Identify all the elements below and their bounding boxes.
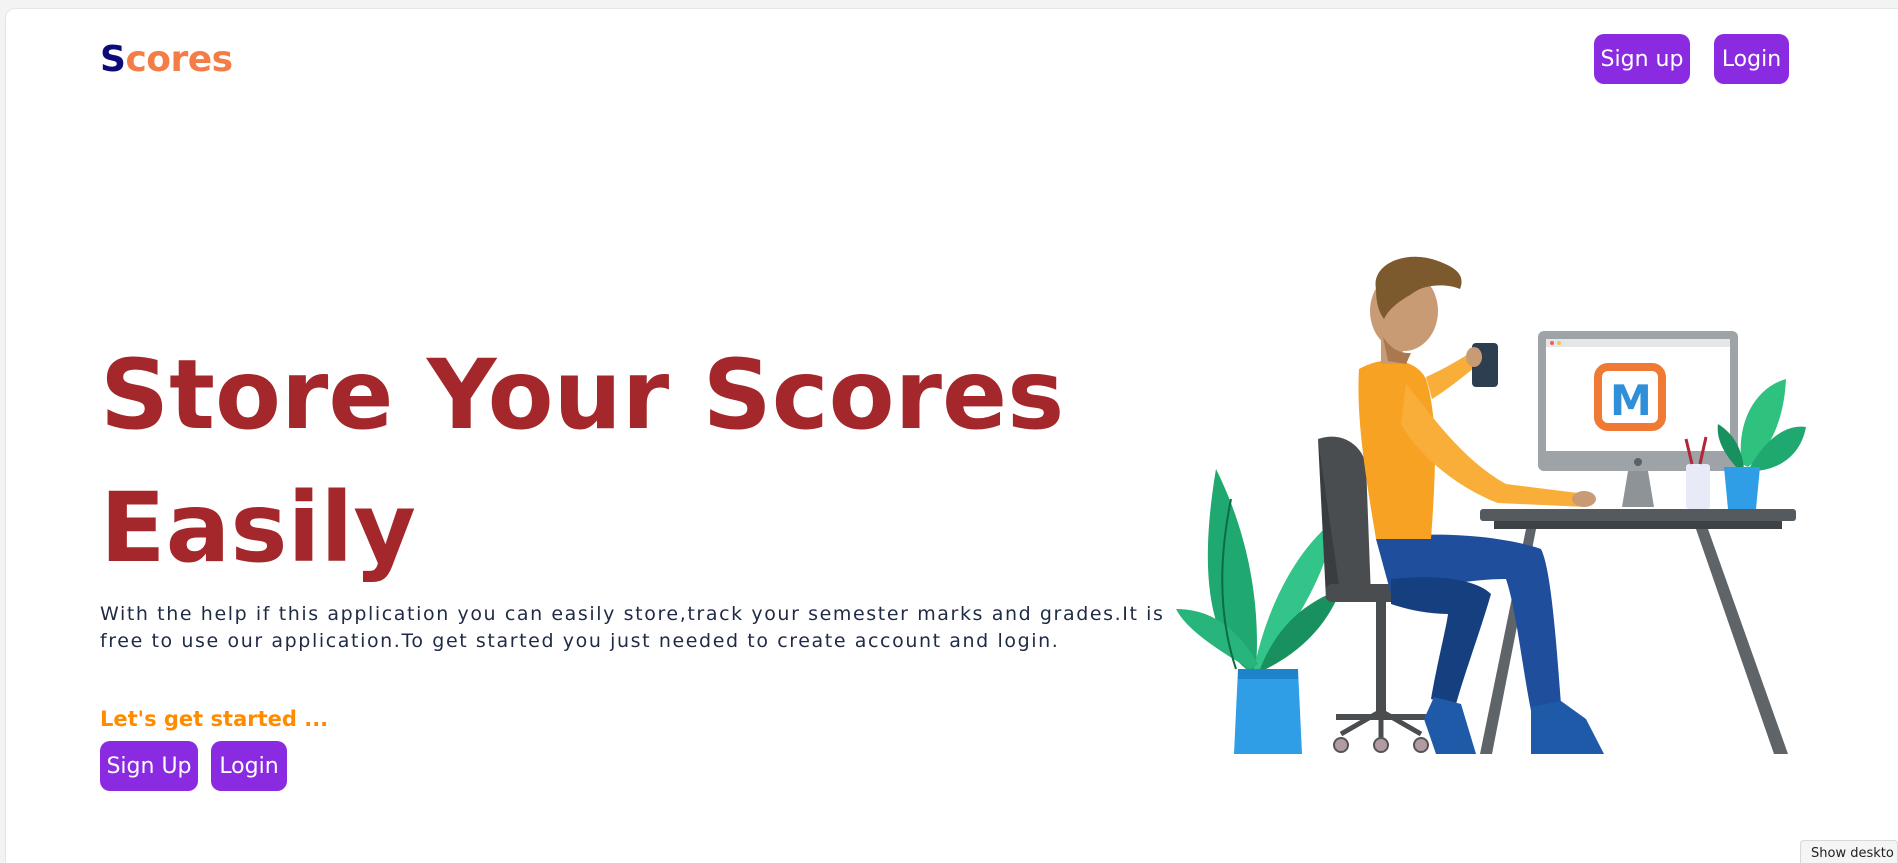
cta-label: Let's get started ... xyxy=(100,707,329,731)
logo-first-letter: S xyxy=(100,39,126,80)
site-logo[interactable]: Scores xyxy=(100,39,233,80)
left-plant-illustration xyxy=(1176,469,1341,754)
page-container: Scores Sign up Login Store Your Scores E… xyxy=(5,8,1898,863)
hero-description-line-1: With the help if this application you ca… xyxy=(100,603,1165,625)
nav-login-button[interactable]: Login xyxy=(1714,34,1789,84)
person-at-computer-illustration: M xyxy=(1176,256,1806,754)
monitor-logo-letter: M xyxy=(1610,376,1652,425)
hero-signup-button[interactable]: Sign Up xyxy=(100,741,198,791)
hero-login-button[interactable]: Login xyxy=(211,741,287,791)
hero-title: Store Your Scores Easily xyxy=(100,329,1100,595)
hero-title-line-2: Easily xyxy=(100,472,416,584)
show-desktop-tab[interactable]: Show deskto xyxy=(1800,840,1898,863)
hero-description-line-2: free to use our application.To get start… xyxy=(100,630,1060,652)
logo-rest-text: cores xyxy=(125,39,233,80)
hero-description: With the help if this application you ca… xyxy=(100,601,1190,655)
hero-title-line-1: Store Your Scores xyxy=(100,339,1065,451)
nav-signup-button[interactable]: Sign up xyxy=(1594,34,1690,84)
